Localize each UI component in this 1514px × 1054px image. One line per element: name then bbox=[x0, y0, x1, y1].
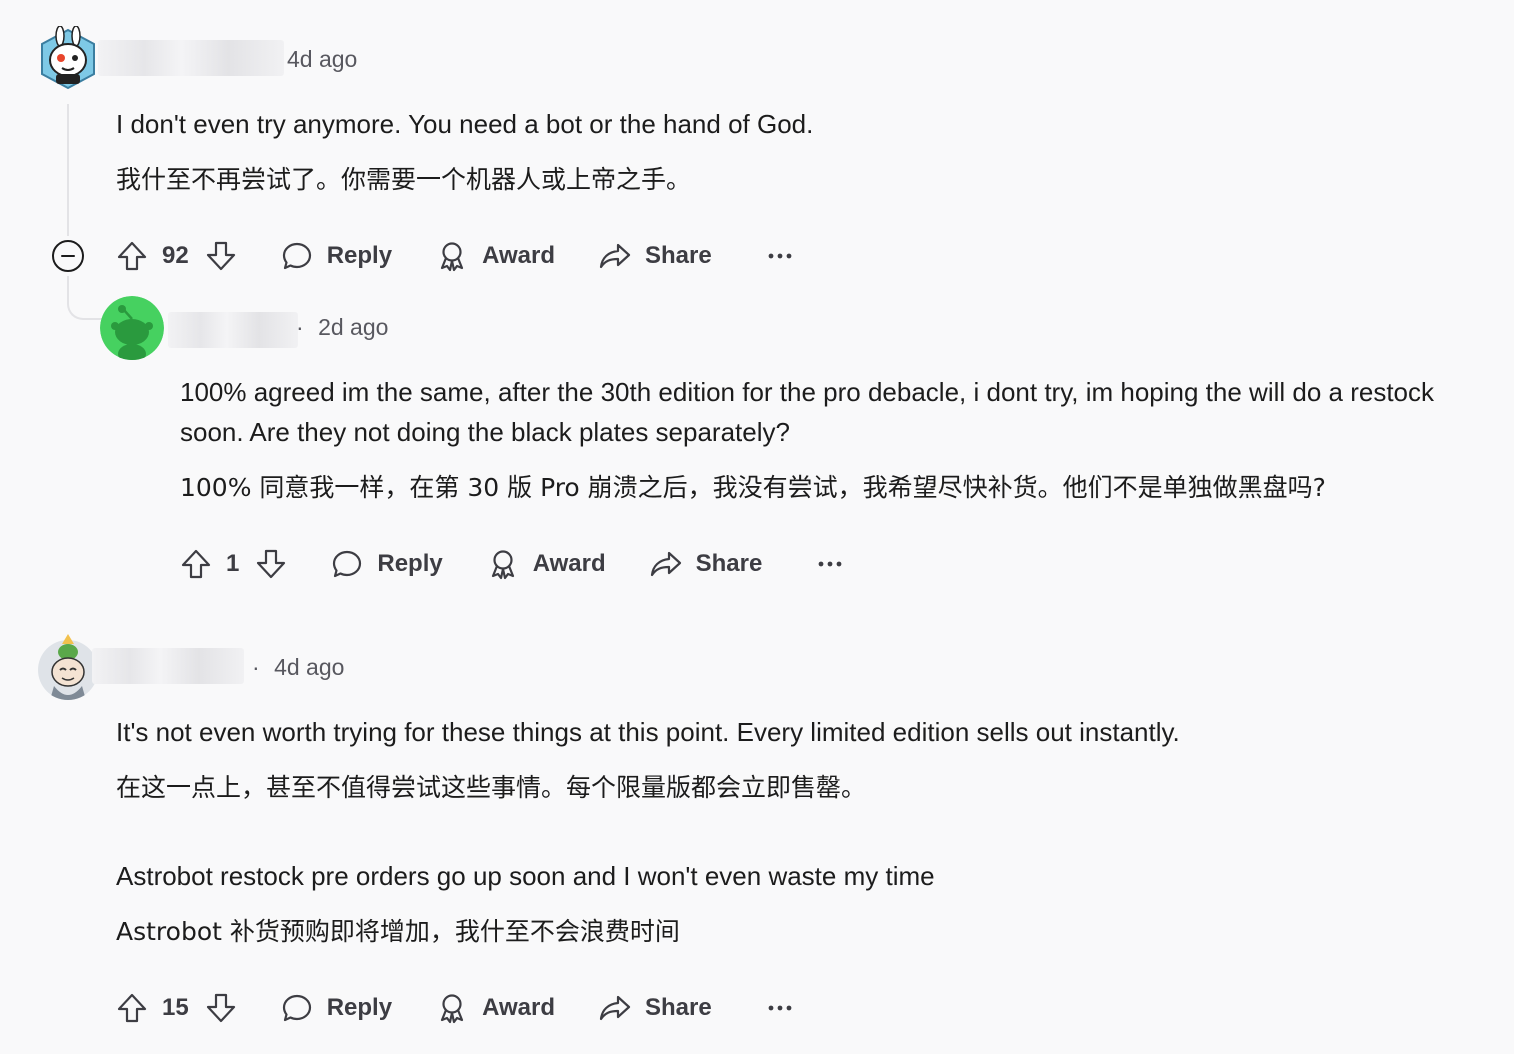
upvote-arrow-icon[interactable] bbox=[116, 992, 148, 1024]
share-arrow-icon bbox=[599, 240, 631, 272]
reply-label: Reply bbox=[326, 242, 393, 269]
comment-timestamp: 4d ago bbox=[287, 46, 358, 72]
reply-button[interactable]: Reply bbox=[281, 992, 392, 1024]
comment-actions: 15 Reply Award Share bbox=[116, 988, 792, 1028]
meta-separator: · bbox=[252, 654, 260, 680]
more-options-button[interactable] bbox=[768, 1004, 792, 1012]
avatar[interactable] bbox=[38, 26, 98, 90]
collapse-thread-button[interactable] bbox=[52, 240, 84, 272]
comment-body-zh: 在这一点上，甚至不值得尝试这些事情。每个限量版都会立即售罄。 bbox=[116, 773, 867, 802]
comment-body-en: I don't even try anymore. You need a bot… bbox=[116, 109, 814, 139]
downvote-arrow-icon[interactable] bbox=[205, 240, 237, 272]
reply-button[interactable]: Reply bbox=[281, 240, 392, 272]
comment-actions: 92 Reply Award Share bbox=[116, 236, 792, 276]
vote-group: 15 bbox=[116, 992, 237, 1024]
avatar[interactable] bbox=[36, 634, 100, 700]
ellipsis-icon bbox=[768, 1004, 792, 1012]
comment-thread: 4d ago I don't even try anymore. You nee… bbox=[0, 0, 1514, 1054]
award-ribbon-icon bbox=[487, 548, 519, 580]
share-arrow-icon bbox=[650, 548, 682, 580]
award-label: Award bbox=[482, 994, 555, 1021]
vote-count: 1 bbox=[226, 550, 240, 577]
award-button[interactable]: Award bbox=[436, 992, 555, 1024]
comment-actions: 1 Reply Award Share bbox=[180, 544, 842, 584]
meta-separator: · bbox=[296, 314, 304, 340]
ellipsis-icon bbox=[818, 560, 842, 568]
comment-time: 4d ago bbox=[274, 654, 345, 680]
award-button[interactable]: Award bbox=[487, 548, 606, 580]
speech-bubble-icon bbox=[331, 548, 363, 580]
comment-body-zh: 100% 同意我一样，在第 30 版 Pro 崩溃之后，我没有尝试，我希望尽快补… bbox=[180, 473, 1326, 502]
snoo-bunny-avatar-icon bbox=[41, 26, 95, 90]
username-redacted[interactable] bbox=[92, 648, 244, 684]
more-options-button[interactable] bbox=[818, 560, 842, 568]
award-label: Award bbox=[532, 550, 606, 577]
character-avatar-icon bbox=[38, 634, 98, 700]
comment-body-zh: 我什至不再尝试了。你需要一个机器人或上帝之手。 bbox=[116, 165, 692, 194]
share-arrow-icon bbox=[599, 992, 631, 1024]
reply-label: Reply bbox=[377, 550, 443, 577]
vote-group: 92 bbox=[116, 240, 237, 272]
upvote-arrow-icon[interactable] bbox=[180, 548, 212, 580]
comment-timestamp: · 2d ago bbox=[296, 314, 388, 341]
username-redacted[interactable] bbox=[98, 40, 284, 76]
reply-button[interactable]: Reply bbox=[331, 548, 443, 580]
share-label: Share bbox=[644, 242, 712, 269]
comment-time: 2d ago bbox=[318, 314, 389, 340]
share-label: Share bbox=[644, 994, 712, 1021]
speech-bubble-icon bbox=[281, 992, 313, 1024]
vote-group: 1 bbox=[180, 548, 287, 580]
reply-label: Reply bbox=[326, 994, 393, 1021]
award-label: Award bbox=[482, 242, 555, 269]
avatar[interactable] bbox=[100, 296, 164, 360]
comment-timestamp: · 4d ago bbox=[252, 654, 344, 681]
share-button[interactable]: Share bbox=[599, 240, 712, 272]
share-button[interactable]: Share bbox=[650, 548, 763, 580]
comment-body-en: 100% agreed im the same, after the 30th … bbox=[180, 377, 1435, 447]
username-redacted[interactable] bbox=[168, 312, 298, 348]
default-snoo-avatar-icon bbox=[100, 296, 164, 360]
thread-connector bbox=[67, 276, 103, 320]
comment-body-en: It's not even worth trying for these thi… bbox=[116, 717, 1180, 747]
award-ribbon-icon bbox=[436, 992, 468, 1024]
award-button[interactable]: Award bbox=[436, 240, 555, 272]
comment-body-en: Astrobot restock pre orders go up soon a… bbox=[116, 861, 935, 891]
share-button[interactable]: Share bbox=[599, 992, 712, 1024]
thread-line[interactable] bbox=[67, 104, 69, 236]
vote-count: 15 bbox=[162, 994, 189, 1021]
comment-body-zh: Astrobot 补货预购即将增加，我什至不会浪费时间 bbox=[116, 917, 680, 946]
more-options-button[interactable] bbox=[768, 252, 792, 260]
speech-bubble-icon bbox=[281, 240, 313, 272]
share-label: Share bbox=[695, 550, 763, 577]
downvote-arrow-icon[interactable] bbox=[205, 992, 237, 1024]
vote-count: 92 bbox=[162, 242, 189, 269]
ellipsis-icon bbox=[768, 252, 792, 260]
downvote-arrow-icon[interactable] bbox=[255, 548, 287, 580]
upvote-arrow-icon[interactable] bbox=[116, 240, 148, 272]
award-ribbon-icon bbox=[436, 240, 468, 272]
